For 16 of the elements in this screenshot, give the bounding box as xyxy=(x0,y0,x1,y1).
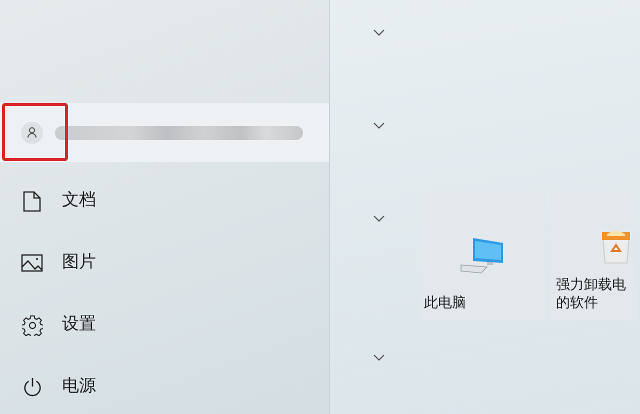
chevron-down-icon[interactable] xyxy=(373,29,385,37)
chevron-down-icon[interactable] xyxy=(373,354,385,362)
image-icon xyxy=(21,254,43,272)
chevron-down-icon[interactable] xyxy=(373,215,385,223)
settings-icon xyxy=(22,314,42,336)
computer-icon xyxy=(459,236,505,274)
user-avatar-icon xyxy=(21,122,43,144)
power-icon xyxy=(22,376,42,398)
menu-item[interactable]: 图片 xyxy=(0,232,329,294)
menu-item[interactable]: 设置 xyxy=(0,294,329,356)
document-icon xyxy=(23,190,41,212)
menu-item[interactable]: 文档 xyxy=(0,170,329,232)
chevron-down-icon[interactable] xyxy=(373,122,385,130)
user-account-row[interactable] xyxy=(0,103,329,162)
menu-item[interactable]: 电源 xyxy=(0,356,329,414)
recycle-bin-icon xyxy=(600,228,632,264)
